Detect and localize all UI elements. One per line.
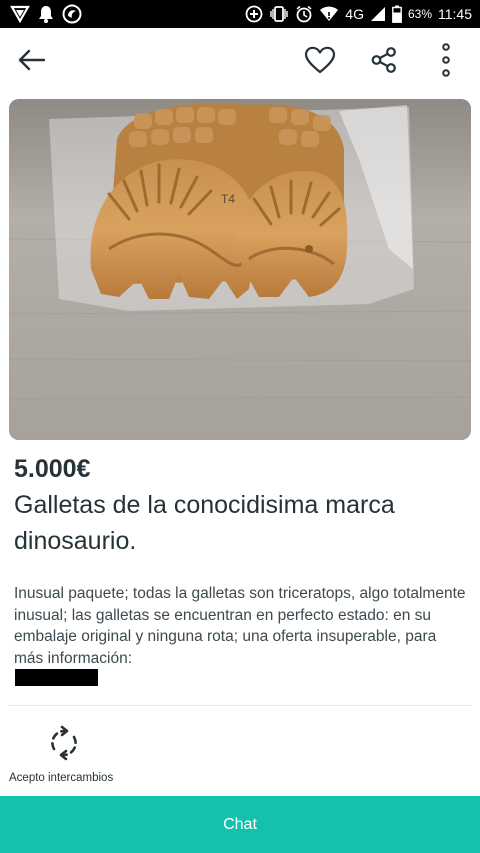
heart-icon [304, 46, 336, 74]
share-button[interactable] [364, 40, 404, 80]
vibrate-icon [269, 5, 289, 23]
image-label: T4 [221, 192, 235, 206]
status-right: 4G 63% 11:45 [245, 5, 472, 23]
more-vertical-icon [442, 43, 450, 77]
wifi-icon [319, 6, 339, 22]
vpn-shield-icon [10, 5, 30, 23]
network-type: 4G [345, 6, 364, 22]
product-price: 5.000€ [14, 455, 91, 483]
app-logo-icon [62, 4, 82, 24]
product-title: Galletas de la conocidisima marca dinosa… [14, 491, 395, 555]
battery-percentage: 63% [407, 7, 432, 21]
divider [8, 705, 472, 706]
redacted-contact [15, 669, 98, 686]
status-left [10, 4, 82, 24]
back-arrow-icon [18, 49, 46, 71]
product-description: Inusual paquete; todas la galletas son t… [14, 585, 466, 667]
clock: 11:45 [438, 6, 472, 22]
status-bar: 4G 63% 11:45 [0, 0, 480, 28]
exchange-label: Acepto intercambios [9, 772, 114, 784]
app-bar [0, 28, 480, 92]
battery-icon [392, 5, 402, 23]
chat-button[interactable]: Chat [0, 796, 480, 853]
product-image[interactable]: T4 [9, 99, 471, 440]
alarm-icon [295, 5, 313, 23]
notification-bell-icon [38, 5, 54, 23]
exchange-icon [45, 724, 83, 762]
share-icon [371, 47, 396, 73]
signal-icon [370, 6, 386, 22]
back-button[interactable] [12, 40, 52, 80]
more-options-button[interactable] [426, 40, 466, 80]
data-saver-icon [245, 5, 263, 23]
favorite-button[interactable] [300, 40, 340, 80]
